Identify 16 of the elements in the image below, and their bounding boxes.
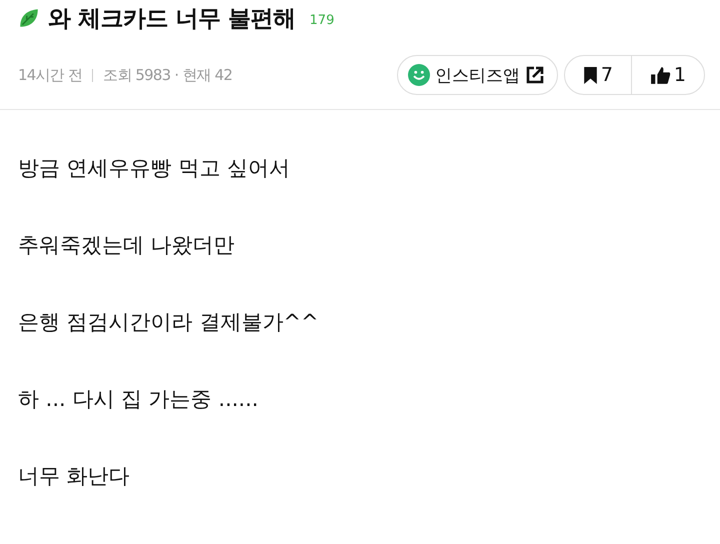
bookmark-button[interactable]: 7 [564,56,631,94]
body-text: 하 ... 다시 집 가는중 ...... [18,386,260,412]
app-link-button[interactable]: 인스티즈앱 [396,55,558,95]
body-text: 은행 점검시간이라 결제불가^^ [18,309,320,335]
body-text: 추워죽겠는데 나왔더만 [18,232,236,258]
view-count: 조회 5983 · 현재 42 [103,66,232,84]
thumbs-up-icon [650,66,671,84]
post-time: 14시간 전 [18,66,82,84]
external-link-icon [524,65,545,85]
like-button[interactable]: 1 [630,56,704,94]
bookmark-icon [582,66,598,84]
smiley-icon [408,64,430,86]
post-title: 와 체크카드 너무 불편해 [48,4,296,34]
body-text: 방금 연세우유빵 먹고 싶어서 [18,155,292,181]
leaf-icon [18,7,40,29]
body-text: 너무 화난다 [18,463,131,489]
